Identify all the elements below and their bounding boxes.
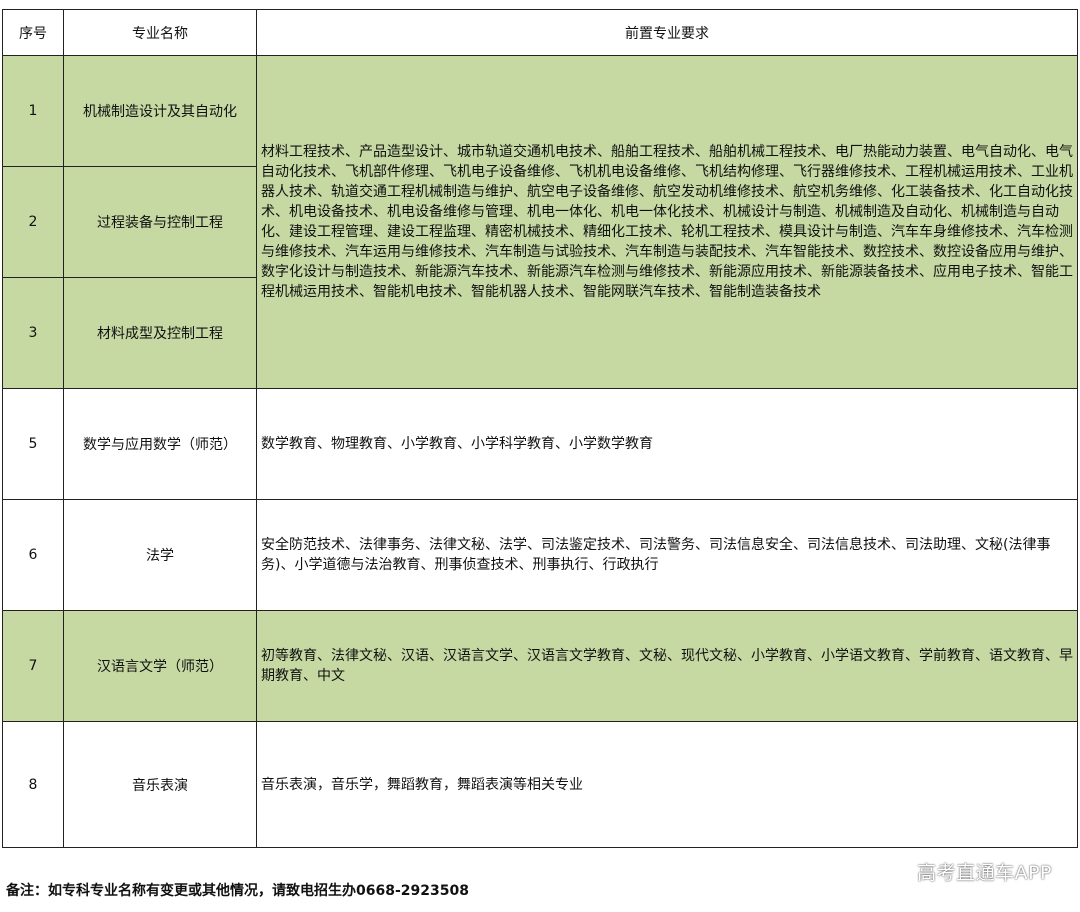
table-row: 5 数学与应用数学（师范） 数学教育、物理教育、小学教育、小学科学教育、小学数学… — [2, 388, 1078, 500]
header-index: 序号 — [2, 9, 64, 56]
table-row: 8 音乐表演 音乐表演，音乐学，舞蹈教育，舞蹈表演等相关专业 — [2, 721, 1078, 848]
row-major-name: 材料成型及控制工程 — [63, 277, 257, 389]
row-index: 7 — [2, 610, 64, 722]
row-requirement: 数学教育、物理教育、小学教育、小学科学教育、小学数学教育 — [256, 388, 1078, 500]
row-major-name: 过程装备与控制工程 — [63, 166, 257, 278]
row-index: 2 — [2, 166, 64, 278]
row-major-name: 机械制造设计及其自动化 — [63, 55, 257, 167]
table-header-row: 序号 专业名称 前置专业要求 — [2, 9, 1078, 56]
row-requirement-merged: 材料工程技术、产品造型设计、城市轨道交通机电技术、船舶工程技术、船舶机械工程技术… — [256, 55, 1078, 389]
majors-table: 序号 专业名称 前置专业要求 1 机械制造设计及其自动化 材料工程技术、产品造型… — [2, 9, 1078, 848]
row-requirement: 初等教育、法律文秘、汉语、汉语言文学、汉语言文学教育、文秘、现代文秘、小学教育、… — [256, 610, 1078, 722]
row-index: 6 — [2, 499, 64, 611]
watermark: 高考直通车APP — [917, 862, 1052, 884]
row-major-name: 音乐表演 — [63, 721, 257, 848]
row-major-name: 数学与应用数学（师范） — [63, 388, 257, 500]
row-major-name: 法学 — [63, 499, 257, 611]
row-requirement: 音乐表演，音乐学，舞蹈教育，舞蹈表演等相关专业 — [256, 721, 1078, 848]
header-major-name: 专业名称 — [63, 9, 257, 56]
row-index: 3 — [2, 277, 64, 389]
header-requirement: 前置专业要求 — [256, 9, 1078, 56]
row-major-name: 汉语言文学（师范） — [63, 610, 257, 722]
table-row: 6 法学 安全防范技术、法律事务、法律文秘、法学、司法鉴定技术、司法警务、司法信… — [2, 499, 1078, 611]
table-row: 1 机械制造设计及其自动化 材料工程技术、产品造型设计、城市轨道交通机电技术、船… — [2, 55, 1078, 389]
table-row: 7 汉语言文学（师范） 初等教育、法律文秘、汉语、汉语言文学、汉语言文学教育、文… — [2, 610, 1078, 722]
row-requirement: 安全防范技术、法律事务、法律文秘、法学、司法鉴定技术、司法警务、司法信息安全、司… — [256, 499, 1078, 611]
row-index: 8 — [2, 721, 64, 848]
row-index: 5 — [2, 388, 64, 500]
footer-note: 备注：如专科专业名称有变更或其他情况，请致电招生办0668-2923508 — [6, 883, 469, 899]
row-index: 1 — [2, 55, 64, 167]
